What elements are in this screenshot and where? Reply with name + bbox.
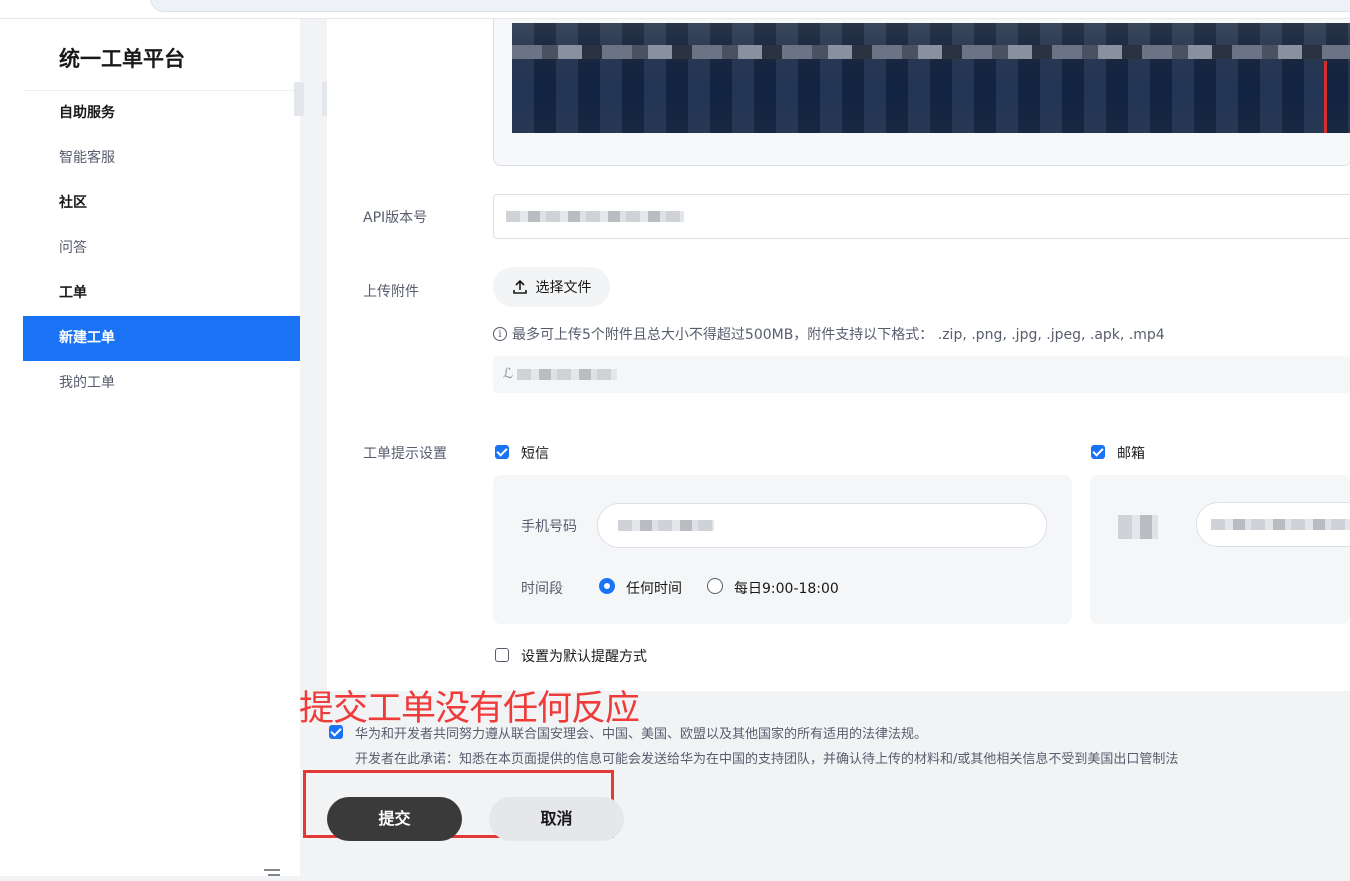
sidebar-item-qa[interactable]: 问答 <box>23 226 300 271</box>
radio-any-time-label: 任何时间 <box>626 581 682 597</box>
email-label: 邮箱 <box>1117 446 1145 462</box>
choose-file-label: 选择文件 <box>535 280 592 296</box>
redacted-screenshot <box>512 23 1350 133</box>
submit-button[interactable]: 提交 <box>327 797 462 841</box>
redacted-email <box>1211 519 1350 530</box>
sms-label: 短信 <box>521 446 549 462</box>
attached-file-item[interactable]: ℒ <box>493 356 1350 393</box>
annotation-text: 提交工单没有任何反应 <box>299 689 640 729</box>
paperclip-icon: ℒ <box>503 366 514 382</box>
api-version-label: API版本号 <box>363 210 428 226</box>
radio-any-time[interactable] <box>599 578 615 594</box>
notice-settings-label: 工单提示设置 <box>363 446 447 462</box>
nav-group-self-service: 自助服务 <box>59 105 115 121</box>
phone-label: 手机号码 <box>521 519 577 535</box>
ticket-form-card: API版本号 上传附件 选择文件 i 最多可上传5个附件且总大小不得超过500M… <box>327 19 1350 691</box>
sidebar-item-smart-service[interactable]: 智能客服 <box>23 136 300 181</box>
content-gap <box>300 19 327 691</box>
brand-title: 统一工单平台 <box>59 47 185 71</box>
choose-file-button[interactable]: 选择文件 <box>493 267 610 307</box>
redacted-phone <box>618 520 714 531</box>
upload-hint: i 最多可上传5个附件且总大小不得超过500MB，附件支持以下格式： .zip,… <box>493 324 1165 344</box>
sidebar-item-my-tickets[interactable]: 我的工单 <box>23 361 300 406</box>
radio-daily-hours-label: 每日9:00-18:00 <box>734 581 839 597</box>
redacted-file-name <box>517 369 617 380</box>
top-bar <box>0 0 1350 19</box>
nav-group-ticket: 工单 <box>59 285 87 301</box>
description-editor-preview[interactable] <box>493 19 1350 166</box>
cancel-button[interactable]: 取消 <box>489 797 624 841</box>
nav-group-community: 社区 <box>59 195 87 211</box>
api-version-input[interactable] <box>493 194 1350 239</box>
redacted-email-label <box>1118 515 1158 539</box>
left-gutter <box>0 19 23 876</box>
time-range-label: 时间段 <box>521 581 563 597</box>
upload-icon <box>512 279 527 294</box>
default-reminder-label: 设置为默认提醒方式 <box>521 649 647 665</box>
sms-settings-panel <box>493 475 1072 624</box>
default-reminder-checkbox[interactable] <box>495 648 509 662</box>
email-checkbox[interactable] <box>1091 445 1105 459</box>
legal-line-2: 开发者在此承诺：知悉在本页面提供的信息可能会发送给华为在中国的支持团队，并确认待… <box>355 752 1179 767</box>
collapse-menu-icon[interactable] <box>262 867 282 881</box>
info-icon: i <box>493 327 507 341</box>
search-bar[interactable] <box>150 0 1350 12</box>
email-input[interactable] <box>1196 502 1350 547</box>
email-settings-panel <box>1090 475 1350 624</box>
redacted-api-version <box>506 211 684 222</box>
attachment-label: 上传附件 <box>363 284 419 300</box>
sidebar: 统一工单平台 自助服务 智能客服 社区 问答 工单 新建工单 我的工单 <box>23 19 300 876</box>
upload-hint-text: 最多可上传5个附件且总大小不得超过500MB，附件支持以下格式： .zip, .… <box>512 327 1165 343</box>
radio-daily-hours[interactable] <box>707 578 723 594</box>
sms-checkbox[interactable] <box>495 445 509 459</box>
sidebar-item-new-ticket[interactable]: 新建工单 <box>23 316 300 361</box>
phone-input[interactable] <box>597 503 1047 548</box>
